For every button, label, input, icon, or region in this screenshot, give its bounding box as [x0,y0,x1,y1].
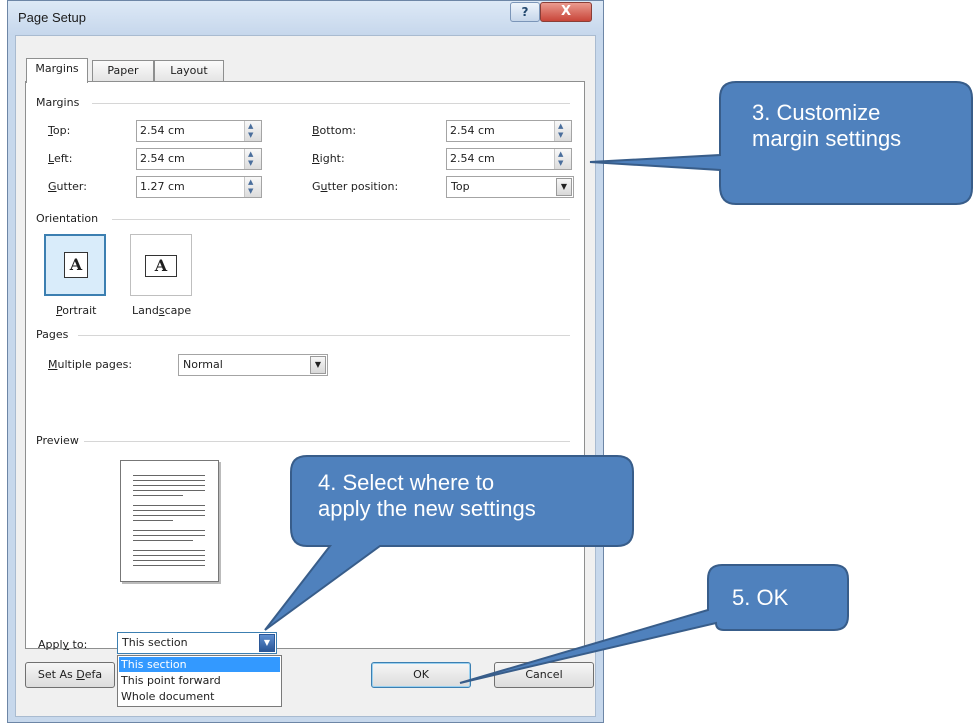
callout-apply-line2: apply the new settings [318,496,536,521]
callout-margins-line2: margin settings [752,126,902,151]
callout-apply-line1: 4. Select where to [318,470,495,495]
callout-apply-text: 4. Select where to apply the new setting… [318,470,536,522]
callout-ok-text: 5. OK [732,585,789,610]
callout-ok-shape [459,564,849,684]
callout-margins-line1: 3. Customize [752,100,881,125]
callout-margins-text: 3. Customize margin settings [752,100,901,152]
